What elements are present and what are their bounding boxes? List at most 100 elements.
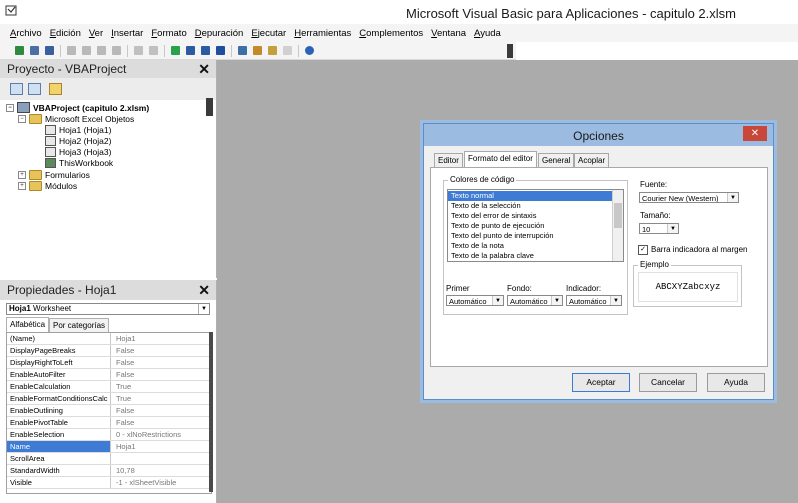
property-row-selected[interactable]: Name Hoja1 (7, 441, 211, 453)
foreground-color-select[interactable]: Automático ▼ (446, 295, 504, 306)
chevron-down-icon[interactable]: ▼ (610, 296, 621, 305)
run-icon[interactable] (171, 46, 180, 55)
help-icon[interactable] (305, 46, 314, 55)
property-value[interactable] (113, 453, 209, 464)
property-value[interactable]: -1 - xlSheetVisible (113, 477, 209, 488)
list-item[interactable]: Texto de la selección (448, 201, 614, 211)
margin-bar-checkbox[interactable]: ✓ (638, 245, 648, 255)
chevron-down-icon[interactable]: ▼ (551, 296, 562, 305)
object-select[interactable]: Hoja1 Worksheet ▼ (6, 303, 210, 315)
cancel-button[interactable]: Cancelar (639, 373, 697, 392)
redo-icon[interactable] (149, 46, 158, 55)
property-value[interactable]: True (113, 393, 209, 404)
tree-node-excel-objects[interactable]: − Microsoft Excel Objetos (18, 114, 134, 124)
tree-node-project[interactable]: − VBAProject (capitulo 2.xlsm) (6, 102, 149, 113)
list-item[interactable]: Texto del punto de interrupción (448, 231, 614, 241)
project-explorer-icon[interactable] (238, 46, 247, 55)
expand-icon[interactable]: + (18, 171, 26, 179)
property-value[interactable]: 10,78 (113, 465, 209, 476)
property-value[interactable]: False (113, 417, 209, 428)
find-icon[interactable] (112, 46, 121, 55)
dialog-title-bar[interactable]: Opciones ✕ (424, 124, 773, 146)
scrollbar-thumb[interactable] (614, 203, 622, 228)
toolbox-icon[interactable] (283, 46, 292, 55)
property-value[interactable]: False (113, 405, 209, 416)
property-row[interactable]: EnablePivotTable False (7, 417, 211, 429)
property-row[interactable]: Visible -1 - xlSheetVisible (7, 477, 211, 489)
property-row[interactable]: EnableFormatConditionsCalc True (7, 393, 211, 405)
chevron-down-icon[interactable]: ▼ (492, 296, 503, 305)
indicator-color-select[interactable]: Automático ▼ (566, 295, 622, 306)
paste-icon[interactable] (97, 46, 106, 55)
object-browser-icon[interactable] (268, 46, 277, 55)
list-item[interactable]: Texto de la palabra clave (448, 251, 614, 261)
menu-ayuda[interactable]: Ayuda (474, 28, 501, 39)
property-row[interactable]: DisplayPageBreaks False (7, 345, 211, 357)
property-value[interactable]: True (113, 381, 209, 392)
stop-icon[interactable] (201, 46, 210, 55)
property-value[interactable]: Hoja1 (113, 441, 209, 452)
property-value[interactable]: 0 - xlNoRestrictions (113, 429, 209, 440)
menu-ejecutar[interactable]: Ejecutar (251, 28, 286, 39)
view-code-icon[interactable] (10, 83, 23, 95)
tree-node-forms[interactable]: + Formularios (18, 170, 90, 180)
property-row[interactable]: StandardWidth 10,78 (7, 465, 211, 477)
tab-por-categorias[interactable]: Por categorías (49, 318, 110, 332)
menu-edicion[interactable]: Edición (50, 28, 81, 39)
copy-icon[interactable] (82, 46, 91, 55)
chevron-down-icon[interactable]: ▼ (727, 193, 738, 202)
list-item[interactable]: Texto del error de sintaxis (448, 211, 614, 221)
property-row[interactable]: ScrollArea (7, 453, 211, 465)
property-row[interactable]: DisplayRightToLeft False (7, 357, 211, 369)
property-value[interactable]: False (113, 357, 209, 368)
menu-ver[interactable]: Ver (89, 28, 103, 39)
list-item[interactable]: Texto de punto de ejecución (448, 221, 614, 231)
close-icon[interactable]: ✕ (198, 61, 210, 78)
tab-formato-del-editor[interactable]: Formato del editor (464, 151, 537, 168)
view-object-icon[interactable] (28, 83, 41, 95)
list-item-selected[interactable]: Texto normal (448, 191, 614, 201)
property-value[interactable]: Hoja1 (113, 333, 209, 344)
menu-herramientas[interactable]: Herramientas (294, 28, 351, 39)
background-color-select[interactable]: Automático ▼ (507, 295, 563, 306)
list-scrollbar[interactable] (612, 190, 623, 261)
property-row[interactable]: EnableSelection 0 - xlNoRestrictions (7, 429, 211, 441)
tab-alfabetica[interactable]: Alfabética (6, 317, 50, 332)
save-icon[interactable] (45, 46, 54, 55)
chevron-down-icon[interactable]: ▼ (667, 224, 678, 233)
tree-node-workbook[interactable]: ThisWorkbook (45, 158, 113, 168)
help-button[interactable]: Ayuda (707, 373, 765, 392)
property-row[interactable]: EnableCalculation True (7, 381, 211, 393)
cut-icon[interactable] (67, 46, 76, 55)
chevron-down-icon[interactable]: ▼ (198, 304, 209, 314)
tree-node-sheet[interactable]: Hoja3 (Hoja3) (45, 147, 111, 157)
collapse-icon[interactable]: − (6, 103, 14, 112)
dialog-close-button[interactable]: ✕ (743, 126, 767, 141)
property-row[interactable]: (Name) Hoja1 (7, 333, 211, 345)
menu-formato[interactable]: Formato (151, 28, 186, 39)
list-item[interactable]: Texto de la nota (448, 241, 614, 251)
font-select[interactable]: Courier New (Western) ▼ (639, 192, 739, 203)
menu-ventana[interactable]: Ventana (431, 28, 466, 39)
collapse-icon[interactable]: − (18, 115, 26, 123)
property-row[interactable]: EnableOutlining False (7, 405, 211, 417)
tree-node-sheet[interactable]: Hoja1 (Hoja1) (45, 125, 111, 135)
view-excel-icon[interactable] (15, 46, 24, 55)
insert-module-icon[interactable] (30, 46, 39, 55)
accept-button[interactable]: Aceptar (572, 373, 630, 392)
menu-archivo[interactable]: Archivo (10, 28, 42, 39)
tree-node-sheet[interactable]: Hoja2 (Hoja2) (45, 136, 111, 146)
tab-general[interactable]: General (538, 153, 575, 168)
menu-complementos[interactable]: Complementos (359, 28, 423, 39)
code-colors-list[interactable]: Texto normal Texto de la selección Texto… (447, 189, 624, 262)
property-row[interactable]: EnableAutoFilter False (7, 369, 211, 381)
tab-acoplar[interactable]: Acoplar (574, 153, 610, 168)
menu-depuracion[interactable]: Depuración (195, 28, 244, 39)
toolbar-grip[interactable] (507, 44, 513, 58)
pause-icon[interactable] (186, 46, 195, 55)
size-select[interactable]: 10 ▼ (639, 223, 679, 234)
properties-window-icon[interactable] (253, 46, 262, 55)
properties-scrollbar[interactable] (209, 332, 213, 492)
tab-editor[interactable]: Editor (434, 153, 463, 168)
toggle-folders-icon[interactable] (49, 83, 62, 95)
